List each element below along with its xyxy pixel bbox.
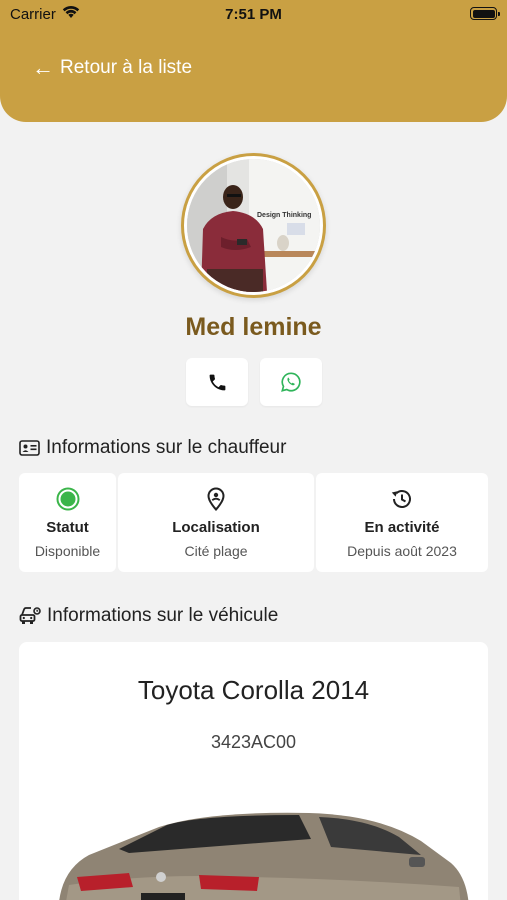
whatsapp-icon [281, 372, 301, 392]
photo-wall-text: Design Thinking [257, 212, 311, 219]
location-value: Cité plage [184, 543, 248, 559]
status-label: Statut [46, 519, 89, 536]
vehicle-plate: 3423AC00 [210, 732, 297, 752]
status-bar: Carrier 7:51 PM [0, 0, 507, 28]
activity-label: En activité [364, 519, 440, 536]
driver-photo: Design Thinking [187, 159, 320, 292]
driver-info-title: Informations sur le chauffeur [46, 437, 287, 458]
status-card: Statut Disponible [19, 473, 116, 572]
back-to-list-button[interactable]: ← Retour à la liste [32, 57, 192, 79]
location-label: Localisation [172, 519, 260, 536]
call-button[interactable] [186, 358, 248, 406]
location-pin-icon [207, 487, 225, 511]
driver-info-heading: Informations sur le chauffeur [19, 437, 286, 459]
status-value: Disponible [34, 543, 101, 559]
driver-avatar: Design Thinking [181, 153, 326, 298]
location-card: Localisation Cité plage [118, 473, 314, 572]
vehicle-info-title: Informations sur le véhicule [47, 605, 279, 626]
car-icon [19, 607, 41, 624]
phone-icon [209, 374, 225, 390]
status-dot-icon [56, 487, 79, 511]
activity-card: En activité Depuis août 2023 [316, 473, 488, 572]
clock: 7:51 PM [225, 6, 282, 23]
vehicle-info-heading: Informations sur le véhicule [19, 605, 278, 627]
id-card-icon [19, 440, 40, 456]
history-icon [391, 490, 411, 508]
driver-name: Med lemine [185, 313, 322, 341]
battery-icon [470, 7, 500, 20]
arrow-left-icon: ← [32, 55, 54, 80]
back-label: Retour à la liste [60, 57, 193, 78]
whatsapp-button[interactable] [260, 358, 322, 406]
vehicle-photo [59, 812, 469, 900]
vehicle-card: Toyota Corolla 2014 3423AC00 [19, 642, 488, 900]
activity-value: Depuis août 2023 [347, 543, 457, 559]
vehicle-model: Toyota Corolla 2014 [137, 675, 370, 705]
